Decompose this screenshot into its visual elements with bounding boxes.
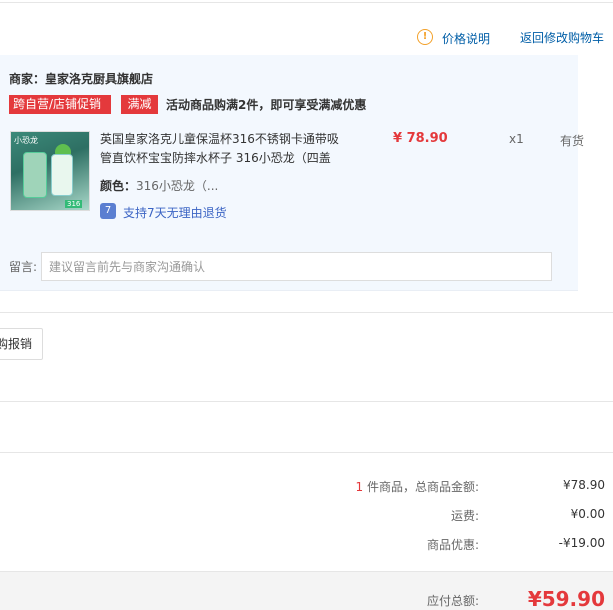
product-title[interactable]: 英国皇家洛克儿童保温杯316不锈钢卡通带吸管直饮杯宝宝防摔水杯子 316小恐龙（… [100,130,345,168]
note-label: 留言: [9,260,38,274]
discount-amount: -¥19.00 [558,536,605,550]
thumbnail-badge: 316 [65,200,83,208]
goods-count-label: 1 件商品，总商品金额: [356,478,480,495]
color-value: 316小恐龙（... [136,179,219,193]
total-amount: ¥59.90 [527,587,605,610]
note-input[interactable] [41,252,552,281]
shop-block-border [0,290,578,291]
thumbnail-label: 小恐龙 [14,136,38,145]
promo-tag-discount: 满减 [121,95,158,114]
discount-label: 商品优惠: [426,538,479,552]
stock-status: 有货 [560,134,585,148]
cup-shape [23,152,47,198]
back-to-cart-link[interactable]: 返回修改购物车 [520,29,604,46]
return-policy-icon: 7 [100,203,116,219]
return-policy-text: 支持7天无理由退货 [123,206,227,220]
product-thumbnail[interactable]: 小恐龙 316 [10,131,90,211]
promo-tag-cross: 跨自营/店铺促销 [9,95,111,114]
shipping-label: 运费: [450,509,479,523]
color-label: 颜色： [100,179,137,193]
merchant-label: 商家： [9,72,46,86]
merchant-line: 商家：皇家洛克厨具旗舰店 [9,70,153,87]
section-divider [0,401,613,402]
goods-count: 1 [355,480,364,494]
shop-order-block: 商家：皇家洛克厨具旗舰店 跨自营/店铺促销 满减 活动商品购满2件，即可享受满减… [0,55,584,291]
promo-description: 活动商品购满2件，即可享受满减优惠 [166,98,367,112]
section-divider [0,312,613,313]
summary-goods-row: 1 件商品，总商品金额: ¥78.90 [0,478,613,494]
merchant-name[interactable]: 皇家洛克厨具旗舰店 [45,72,153,86]
info-warning-icon: ! [417,29,433,45]
cart-links: ! 价格说明 返回修改购物车 [0,29,613,47]
total-label: 应付总额: [426,594,479,608]
product-price: ¥ 78.90 [393,131,448,146]
goods-count-suffix: 件商品，总商品金额: [363,480,479,494]
cup-shape-2 [51,154,73,196]
summary-discount-row: 商品优惠: -¥19.00 [0,536,613,552]
summary-shipping-row: 运费: ¥0.00 [0,507,613,523]
price-note-link[interactable]: 价格说明 [442,30,490,47]
top-divider [0,2,613,3]
product-quantity: x1 [509,132,524,146]
reimbursement-button[interactable]: 购报销 [0,328,43,360]
shipping-fee: ¥0.00 [570,507,605,521]
section-divider [0,452,613,453]
goods-total: ¥78.90 [563,478,605,492]
total-bar: 应付总额: ¥59.90 [0,571,613,610]
product-color: 颜色：316小恐龙（... [100,177,218,194]
